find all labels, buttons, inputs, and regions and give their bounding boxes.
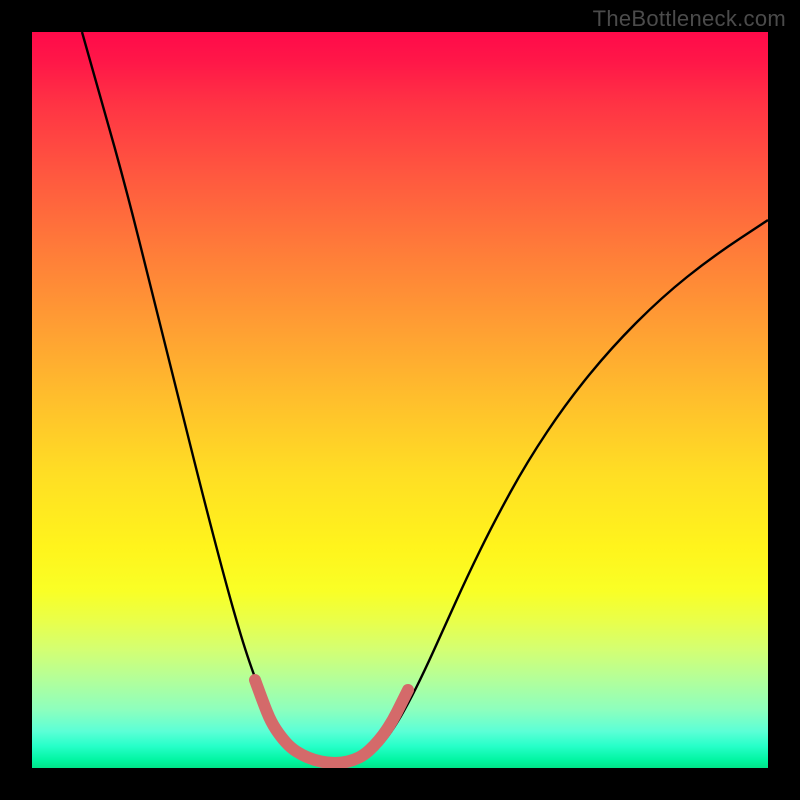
plot-area [32,32,768,768]
curve-layer [32,32,768,768]
chart-frame: TheBottleneck.com [0,0,800,800]
watermark-label: TheBottleneck.com [593,6,786,32]
highlight-segment [255,680,408,763]
bottleneck-curve [82,32,768,767]
